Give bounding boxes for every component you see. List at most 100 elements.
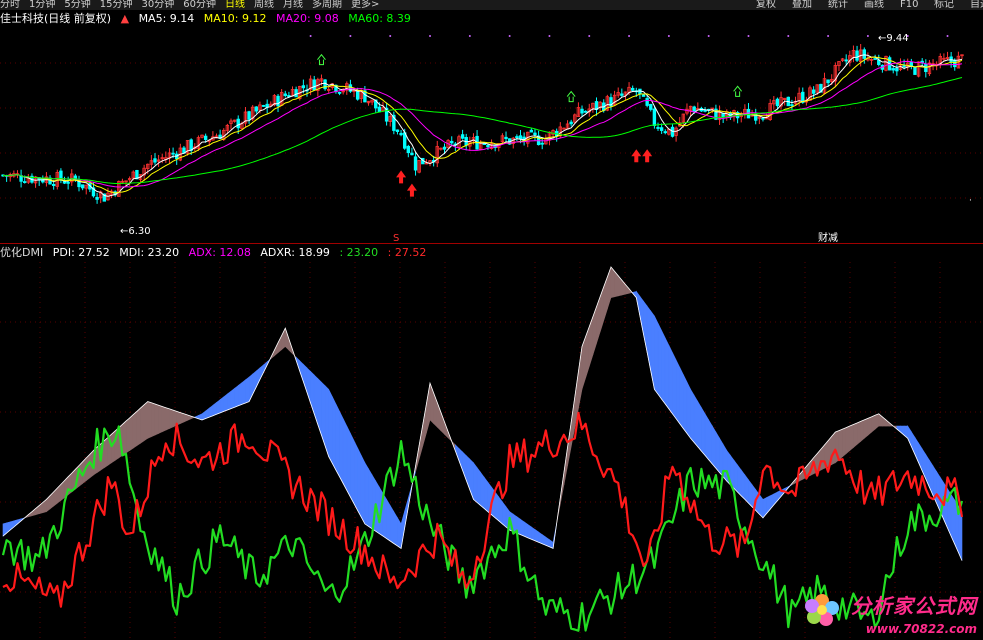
candle-body [460,134,465,139]
candle-body [153,158,157,163]
timeframe-tab-10[interactable]: 更多> [351,0,379,10]
candle-body [377,106,382,113]
buy-arrow-icon [396,170,407,184]
candle-body [953,60,957,68]
adx-band-segment [498,496,503,525]
signal-dot [946,35,949,37]
price-legend: 佳士科技(日线 前复权) ▲ MA5: 9.14 MA10: 9.12 MA20… [0,11,417,27]
adx-band-segment [607,266,612,310]
signal-dot [747,35,750,37]
candle-body [663,131,667,134]
candle-body [844,59,848,62]
ma-toggle-icon[interactable]: ▲ [121,12,129,25]
adx-band-segment [715,431,720,474]
financial-event-label: 财减 [818,231,838,243]
adx-band-segment [596,296,601,344]
signal-dot [389,35,392,37]
signal-dot [667,35,670,37]
adx-band-segment [122,420,127,456]
candle-body [51,184,56,187]
dmi-chart[interactable] [0,262,983,639]
adx-band-segment [502,500,507,528]
dmi-title[interactable]: 优化DMI [0,246,43,259]
candle-body [399,132,403,136]
adx-band-segment [523,521,529,539]
candle-body [254,106,259,112]
candle-body [692,106,696,113]
candle-body [811,89,816,94]
panel-divider [0,243,983,244]
adx-band-segment [936,470,941,512]
pdi-value: PDI: 27.52 [52,246,110,259]
timeframe-tab-6[interactable]: 日线 [225,0,245,10]
toolbar-button-3[interactable]: 画线 [864,0,884,10]
adx-band-segment [494,491,500,522]
candle-body [790,104,794,107]
candle-body [761,117,765,120]
timeframe-tab-5[interactable]: 60分钟 [183,0,216,10]
adx-band-segment [693,394,699,448]
low-price-label: ←6.30 [120,226,151,237]
toolbar-button-0[interactable]: 复权 [756,0,776,10]
adx-band-segment [701,406,706,457]
timeframe-tab-1[interactable]: 1分钟 [29,0,55,10]
toolbar-button-6[interactable]: 自选 [970,0,983,10]
timeframe-tab-0[interactable]: 分时 [0,0,20,10]
candle-body [312,79,316,91]
adx-band-segment [227,390,232,411]
adx-band-segment [299,360,304,382]
candle-body [746,108,751,119]
stock-title[interactable]: 佳士科技(日线 前复权) [0,12,111,25]
adx-band-segment [527,523,532,540]
candle-body [236,118,240,129]
adx-band-segment [339,411,344,484]
candle-body [620,93,624,96]
adx-band-segment [744,474,749,504]
toolbar-button-4[interactable]: F10 [900,0,918,10]
signal-dot [866,35,869,37]
adx-band-segment [259,364,264,380]
timeframe-tab-3[interactable]: 15分钟 [100,0,133,10]
timeframe-tab-8[interactable]: 月线 [283,0,303,10]
candle-body [203,135,208,140]
toolbar-button-1[interactable]: 叠加 [792,0,812,10]
adx-band-segment [617,274,623,297]
candle-body [261,105,266,107]
mdi-short-value: : 23.20 [339,246,379,259]
candle-body [583,110,588,113]
adx-band-segment [842,427,847,458]
candle-body [902,65,906,68]
adx-band-segment [458,447,463,471]
candle-body [913,67,917,75]
candle-body [659,127,664,131]
toolbar-button-2[interactable]: 统计 [828,0,848,10]
hold-mark-icon [566,90,576,103]
timeframe-toolbar: 分时 1分钟 5分钟 15分钟 30分钟 60分钟 日线 周线 月线 多周期 更多> 复权 叠加 统计 画线… [0,0,983,10]
high-price-label: ←9.44 [878,33,909,44]
timeframe-tab-4[interactable]: 30分钟 [141,0,174,10]
adx-band-segment [212,401,217,417]
adx-band-segment [654,315,659,396]
price-chart[interactable]: ←9.44 ←6.30 财减 S · [0,28,983,243]
watermark-title: 分析家公式网 [851,594,977,618]
adx-band-segment [147,401,152,439]
buy-arrow-icon [406,183,417,197]
signal-dot [429,35,432,37]
signal-dot [309,35,312,37]
candle-body [276,95,280,107]
candle-body [171,152,175,155]
candle-body [337,92,342,94]
candle-body [569,121,573,125]
adx-band-segment [143,400,149,442]
adx-value: ADX: 12.08 [188,246,251,259]
adx-band-segment [860,419,865,442]
timeframe-tab-2[interactable]: 5分钟 [64,0,90,10]
adx-band-segment [683,374,688,435]
adx-band-segment [578,346,583,409]
toolbar-button-5[interactable]: 标记 [934,0,954,10]
candle-body [540,142,544,145]
timeframe-tab-7[interactable]: 周线 [254,0,274,10]
timeframe-tab-9[interactable]: 多周期 [312,0,342,10]
candle-body [406,145,411,154]
adx-band-segment [849,424,854,452]
